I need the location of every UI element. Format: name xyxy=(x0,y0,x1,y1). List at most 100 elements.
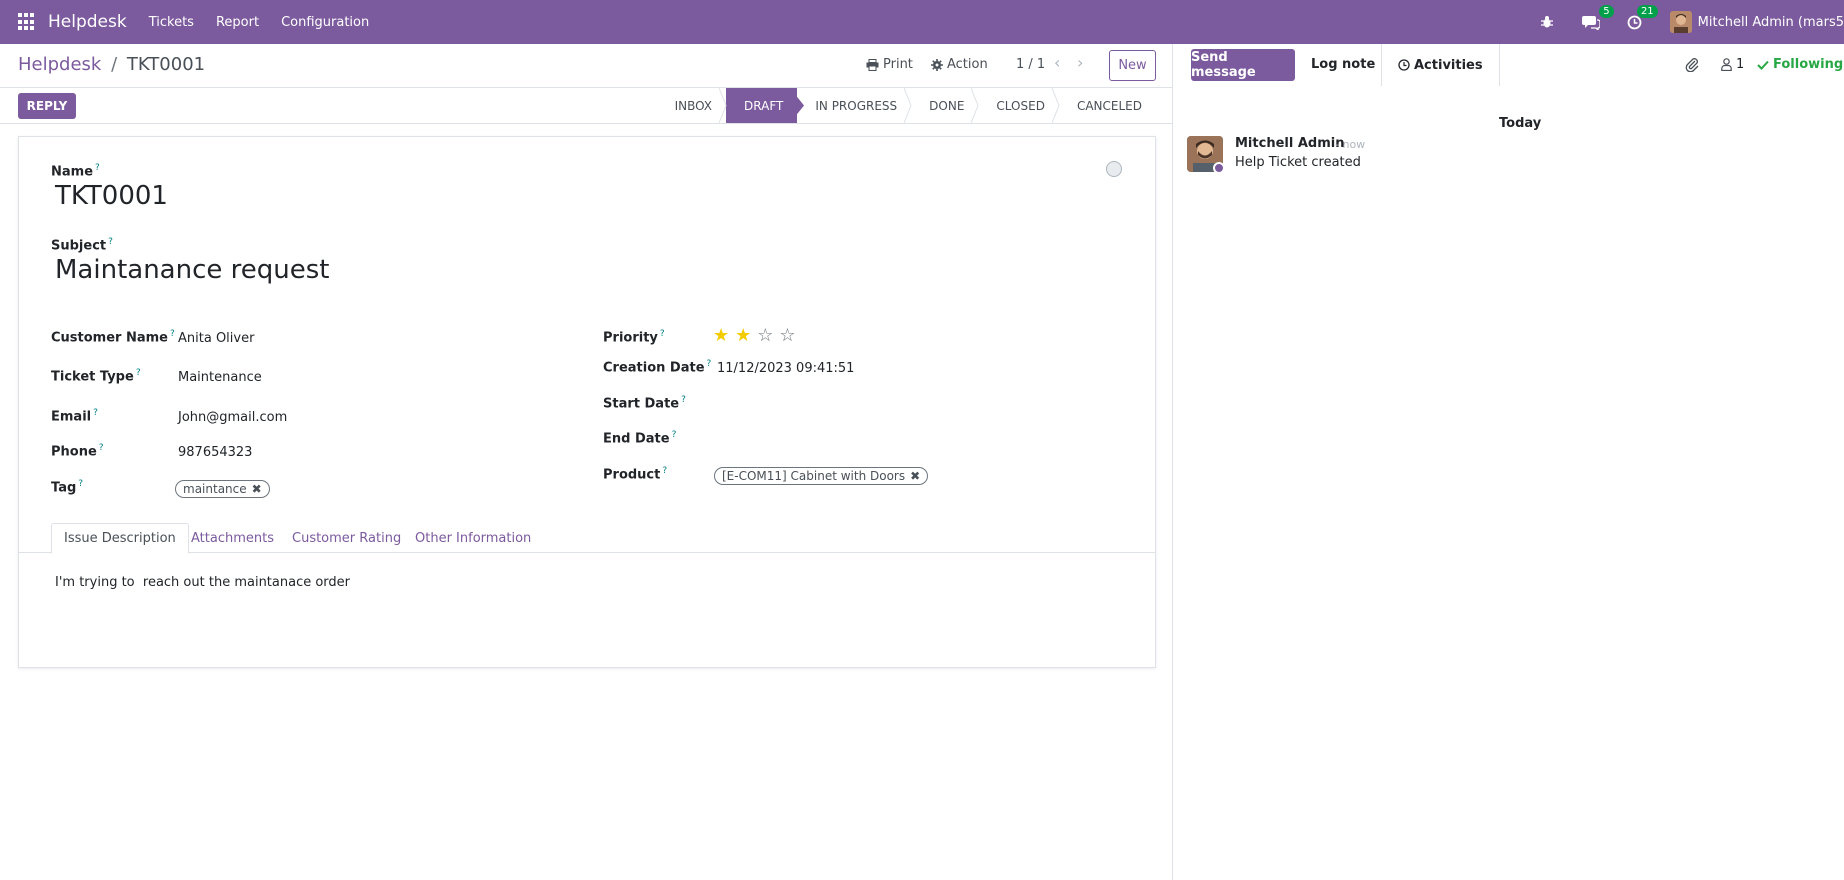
phone-field[interactable]: 987654323 xyxy=(178,445,252,460)
priority-star-icon[interactable]: ☆ xyxy=(779,327,795,345)
stage-label: DONE xyxy=(929,98,965,113)
email-label: Email? xyxy=(51,408,98,425)
customer-name-label: Customer Name? xyxy=(51,329,175,346)
activities-label: Activities xyxy=(1414,57,1483,73)
chatter-message: Mitchell Admin - now Help Ticket created xyxy=(1187,136,1827,186)
stage-done[interactable]: DONE xyxy=(911,88,979,123)
name-label: Name? xyxy=(51,163,100,180)
action-button[interactable]: Action xyxy=(931,57,988,72)
creation-date-label: Creation Date? xyxy=(603,359,712,376)
stage-label: DRAFT xyxy=(744,98,784,113)
gear-icon xyxy=(931,58,943,71)
breadcrumb-helpdesk[interactable]: Helpdesk xyxy=(18,54,101,75)
tag-label: Tag? xyxy=(51,479,84,496)
kanban-state-toggle[interactable] xyxy=(1106,161,1122,177)
breadcrumb: Helpdesk / TKT0001 xyxy=(18,54,205,75)
menu-configuration[interactable]: Configuration xyxy=(281,15,369,30)
form-sheet: Name? TKT0001 Subject? Maintanance reque… xyxy=(18,136,1156,668)
message-author[interactable]: Mitchell Admin xyxy=(1235,136,1344,151)
start-date-label: Start Date? xyxy=(603,395,686,412)
attachment-icon[interactable] xyxy=(1685,57,1699,72)
stage-in-progress[interactable]: IN PROGRESS xyxy=(797,88,912,123)
messages-icon[interactable]: 5 xyxy=(1581,5,1614,31)
messages-badge: 5 xyxy=(1599,5,1614,18)
menu-tickets[interactable]: Tickets xyxy=(149,15,194,30)
activities-badge: 21 xyxy=(1636,5,1658,18)
email-field[interactable]: John@gmail.com xyxy=(178,410,287,425)
presence-indicator xyxy=(1213,162,1225,174)
followers-count: 1 xyxy=(1736,57,1745,72)
end-date-label: End Date? xyxy=(603,430,677,447)
following-label: Following xyxy=(1773,57,1844,72)
creation-date-field[interactable]: 11/12/2023 09:41:51 xyxy=(717,361,854,376)
user-icon xyxy=(1721,58,1732,71)
subject-label: Subject? xyxy=(51,237,113,254)
product-chip-label: [E-COM11] Cabinet with Doors xyxy=(722,469,906,483)
apps-grid-icon[interactable] xyxy=(18,13,36,31)
bug-icon[interactable] xyxy=(1538,13,1556,31)
pager-next-icon[interactable]: › xyxy=(1077,53,1083,72)
chatter-topbar: Send message Log note Activities 1 Follo… xyxy=(1173,44,1844,86)
stage-pipeline: INBOX DRAFT IN PROGRESS DONE CLOSED CANC… xyxy=(657,88,1156,123)
phone-label: Phone? xyxy=(51,443,104,460)
tab-customer-rating[interactable]: Customer Rating xyxy=(280,523,413,553)
breadcrumb-current: TKT0001 xyxy=(126,54,206,75)
tab-other-information[interactable]: Other Information xyxy=(403,523,543,553)
product-chip[interactable]: [E-COM11] Cabinet with Doors ✖ xyxy=(714,467,929,485)
priority-star-icon[interactable]: ★ xyxy=(713,327,729,345)
following-button[interactable]: Following xyxy=(1757,57,1843,72)
tab-attachments[interactable]: Attachments xyxy=(179,523,286,553)
print-icon xyxy=(866,58,879,71)
user-avatar xyxy=(1669,11,1692,33)
pager-previous-icon[interactable]: ‹ xyxy=(1054,53,1060,72)
stage-canceled[interactable]: CANCELED xyxy=(1059,88,1156,123)
message-body: Help Ticket created xyxy=(1235,155,1361,170)
today-label: Today xyxy=(1493,116,1548,131)
tag-chip[interactable]: maintance ✖ xyxy=(175,480,270,498)
clock-icon xyxy=(1398,59,1410,71)
menu-report[interactable]: Report xyxy=(216,15,259,30)
stage-label: IN PROGRESS xyxy=(815,98,898,113)
followers-button[interactable]: 1 xyxy=(1721,57,1744,72)
reply-button[interactable]: REPLY xyxy=(18,93,76,119)
print-button[interactable]: Print xyxy=(866,57,913,72)
ticket-type-field[interactable]: Maintenance xyxy=(178,370,262,385)
print-label: Print xyxy=(883,57,913,72)
date-separator: Today xyxy=(1173,116,1844,131)
app-brand[interactable]: Helpdesk xyxy=(48,12,127,32)
priority-star-icon[interactable]: ☆ xyxy=(757,327,773,345)
stage-label: INBOX xyxy=(674,98,713,113)
breadcrumb-separator: / xyxy=(111,54,118,75)
message-time: - now xyxy=(1335,138,1366,151)
notebook-tabs: Issue Description Attachments Customer R… xyxy=(19,523,1155,554)
send-message-button[interactable]: Send message xyxy=(1191,49,1295,81)
check-icon xyxy=(1757,60,1769,70)
log-note-button[interactable]: Log note xyxy=(1311,57,1375,72)
ticket-type-label: Ticket Type? xyxy=(51,368,141,385)
stage-closed[interactable]: CLOSED xyxy=(978,88,1060,123)
stage-label: CLOSED xyxy=(996,98,1045,113)
priority-stars: ★ ★ ☆ ☆ xyxy=(713,327,796,345)
stage-label: CANCELED xyxy=(1076,98,1142,113)
activities-button[interactable]: Activities xyxy=(1381,44,1500,86)
user-menu[interactable]: Mitchell Admin (mars5 xyxy=(1669,11,1844,33)
customer-name-field[interactable]: Anita Oliver xyxy=(178,331,254,346)
tag-remove-icon[interactable]: ✖ xyxy=(252,482,262,496)
activities-clock-icon[interactable]: 21 xyxy=(1626,5,1658,31)
action-label: Action xyxy=(947,57,988,72)
subject-field[interactable]: Maintanance request xyxy=(55,255,329,285)
stage-draft[interactable]: DRAFT xyxy=(726,88,805,123)
control-panel: Helpdesk / TKT0001 Print Action 1 / 1 ‹ … xyxy=(0,44,1172,88)
stage-inbox[interactable]: INBOX xyxy=(657,88,727,123)
product-label: Product? xyxy=(603,466,668,483)
priority-star-icon[interactable]: ★ xyxy=(735,327,751,345)
priority-label: Priority? xyxy=(603,329,665,346)
tab-issue-description[interactable]: Issue Description xyxy=(51,523,189,554)
chatter-panel: Send message Log note Activities 1 Follo… xyxy=(1172,44,1844,880)
name-field[interactable]: TKT0001 xyxy=(55,181,168,211)
status-bar: REPLY INBOX DRAFT IN PROGRESS DONE CLOSE… xyxy=(0,88,1172,124)
issue-description-text[interactable]: I'm trying to reach out the maintanace o… xyxy=(55,575,350,590)
product-remove-icon[interactable]: ✖ xyxy=(910,469,920,483)
new-button[interactable]: New xyxy=(1109,50,1156,81)
pager-value[interactable]: 1 / 1 xyxy=(1016,57,1045,72)
